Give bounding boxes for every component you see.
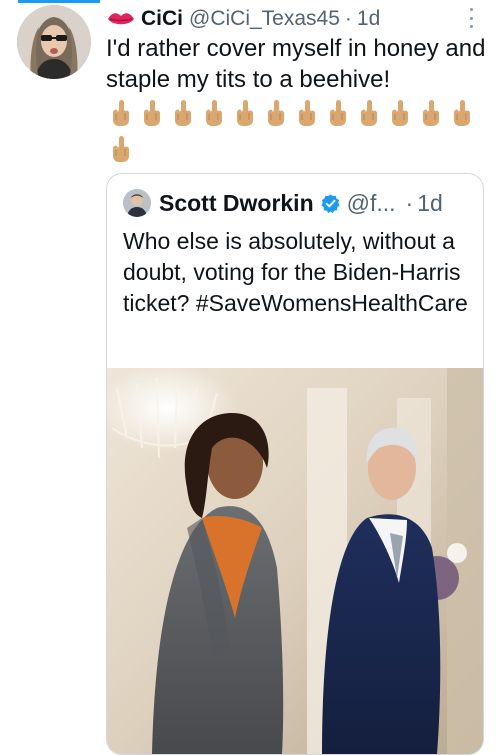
quoted-user-handle[interactable]: @f... [347, 190, 396, 217]
middle-finger-emoji [203, 99, 225, 127]
middle-finger-emoji [265, 99, 287, 127]
middle-finger-emoji [110, 135, 132, 163]
top-accent-bar [18, 0, 100, 3]
more-options-icon[interactable] [468, 8, 474, 28]
middle-finger-emoji [296, 99, 318, 127]
display-name[interactable]: CiCi [141, 7, 183, 31]
verified-badge-icon [320, 193, 341, 214]
quoted-tweet-text: Who else is absolutely, without a doubt,… [123, 228, 468, 316]
middle-finger-emoji [234, 99, 256, 127]
middle-finger-emoji [451, 99, 473, 127]
tweet-header: CiCi @CiCi_Texas45 · 1d [107, 6, 380, 32]
avatar-image [17, 5, 91, 79]
middle-finger-emoji [110, 99, 132, 127]
user-handle[interactable]: @CiCi_Texas45 [189, 7, 340, 31]
quoted-display-name[interactable]: Scott Dworkin [159, 190, 314, 217]
middle-finger-emoji [358, 99, 380, 127]
quoted-tweet-card[interactable]: Scott Dworkin @f... · 1d Who else is abs… [106, 173, 484, 755]
timestamp[interactable]: 1d [357, 7, 380, 31]
middle-finger-emoji [420, 99, 442, 127]
avatar[interactable] [17, 5, 91, 79]
middle-finger-emoji [327, 99, 349, 127]
separator-dot: · [344, 7, 352, 30]
quoted-tweet-header: Scott Dworkin @f... · 1d [123, 188, 443, 218]
lips-icon [107, 11, 135, 27]
photo-image [107, 368, 483, 754]
emoji-row [110, 99, 480, 163]
quoted-separator-dot: · [405, 189, 414, 216]
middle-finger-emoji [172, 99, 194, 127]
middle-finger-emoji [141, 99, 163, 127]
tweet-text: I'd rather cover myself in honey and sta… [106, 35, 486, 93]
quoted-tweet-photo[interactable] [107, 368, 483, 754]
middle-finger-emoji [389, 99, 411, 127]
quoted-avatar[interactable] [123, 189, 151, 217]
quoted-timestamp[interactable]: 1d [417, 190, 443, 217]
